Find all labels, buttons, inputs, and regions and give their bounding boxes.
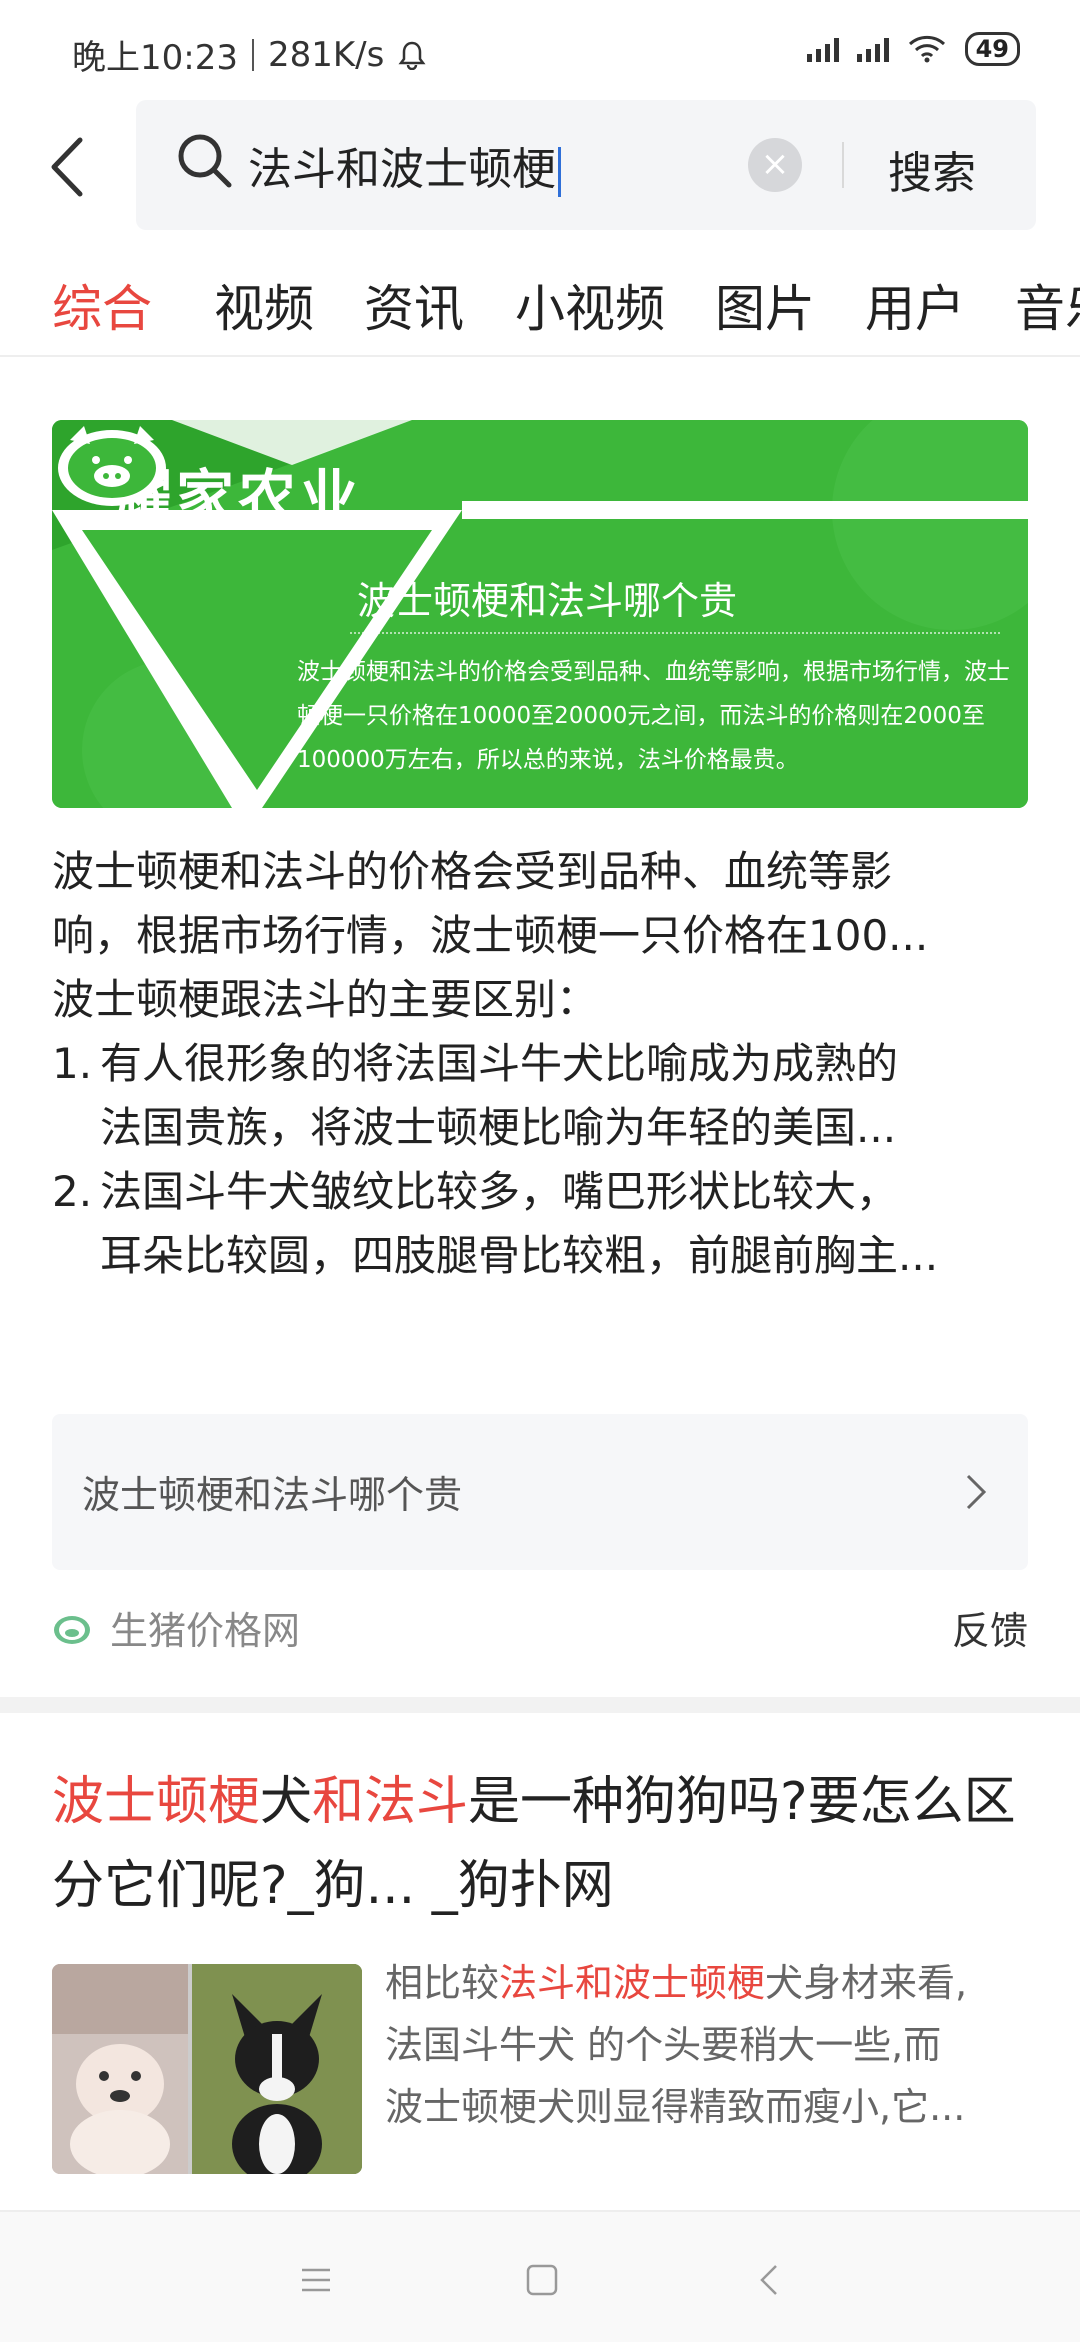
- card-divider: [0, 1697, 1080, 1713]
- search-icon: [178, 134, 232, 188]
- wifi-icon: [908, 35, 945, 63]
- snippet-line: 法国斗牛犬 的个头要稍大一些,而: [385, 2023, 942, 2067]
- french-bulldog-photo: [52, 1964, 188, 2174]
- banner-divider: [350, 632, 1000, 634]
- related-query-link[interactable]: 波士顿梗和法斗哪个贵: [52, 1414, 1028, 1570]
- chevron-right-icon: [966, 1474, 987, 1510]
- search-box[interactable]: 法斗和波士顿梗 × 搜索: [136, 100, 1036, 230]
- nav-back-icon[interactable]: [752, 2262, 788, 2298]
- list-item: 1. 有人很形象的将法国斗牛犬比喻成为成熟的: [52, 1032, 1032, 1096]
- status-bar: 晚上10:23 281K/s 49: [0, 0, 1080, 100]
- feedback-button[interactable]: 反馈: [952, 1600, 1028, 1655]
- result-snippet[interactable]: 相比较法斗和波士顿梗犬身材来看, 法国斗牛犬 的个头要稍大一些,而 波士顿梗犬则…: [385, 1952, 1035, 2138]
- home-icon[interactable]: [524, 2262, 560, 2298]
- snippet-text: 犬身材来看,: [765, 1961, 968, 2005]
- summary-line: 响，根据市场行情，波士顿梗一只价格在100...: [52, 911, 929, 960]
- tab-users[interactable]: 用户: [865, 269, 965, 341]
- result-title-link[interactable]: 波士顿梗犬和法斗是一种狗狗吗?要怎么区分它们呢?_狗... _狗扑网: [52, 1760, 1028, 1928]
- snippet-text: 相比较: [385, 1961, 500, 2005]
- list-item-continuation: 耳朵比较圆，四肢腿骨比较粗，前腿前胸主...: [100, 1231, 939, 1280]
- search-divider: [842, 142, 844, 188]
- result-thumbnail[interactable]: [52, 1964, 362, 2174]
- related-query-text: 波士顿梗和法斗哪个贵: [82, 1473, 463, 1517]
- signal-icon: [856, 36, 889, 62]
- back-arrow-icon[interactable]: [40, 132, 100, 202]
- banner-title: 波士顿梗和法斗哪个贵: [357, 579, 738, 623]
- summary-subheading: 波士顿梗跟法斗的主要区别：: [52, 975, 599, 1024]
- search-input[interactable]: 法斗和波士顿梗: [248, 133, 561, 197]
- result-summary[interactable]: 波士顿梗和法斗的价格会受到品种、血统等影 响，根据市场行情，波士顿梗一只价格在1…: [52, 840, 1032, 1288]
- source-name[interactable]: 生猪价格网: [110, 1600, 300, 1655]
- menu-icon[interactable]: [298, 2262, 334, 2298]
- status-right: 49: [806, 32, 1020, 66]
- result-banner-image[interactable]: 耀家农业 波士顿梗和法斗哪个贵 波士顿梗和法斗的价格会受到品种、血统等影响，根据…: [52, 420, 1028, 808]
- tab-short-video[interactable]: 小视频: [515, 269, 665, 341]
- search-query-text: 法斗和波士顿梗: [248, 144, 556, 195]
- tab-music[interactable]: 音乐: [1015, 269, 1080, 341]
- list-item-continuation: 法国贵族，将波士顿梗比喻为年轻的美国...: [100, 1103, 897, 1152]
- tab-images[interactable]: 图片: [715, 269, 815, 341]
- status-separator: [251, 38, 254, 71]
- list-item-text: 法国斗牛犬皱纹比较多，嘴巴形状比较大，: [100, 1167, 899, 1216]
- list-item-text: 有人很形象的将法国斗牛犬比喻成为成熟的: [100, 1039, 899, 1088]
- title-text: 犬: [260, 1772, 313, 1832]
- tab-all[interactable]: 综合: [52, 269, 152, 341]
- pig-source-icon: [54, 1616, 90, 1644]
- result-source-row: 生猪价格网 反馈: [52, 1600, 1028, 1660]
- boston-terrier-photo: [192, 1964, 362, 2174]
- battery-icon: 49: [964, 32, 1020, 66]
- clear-icon[interactable]: ×: [748, 138, 802, 192]
- bell-icon: [398, 41, 426, 70]
- text-caret: [558, 147, 561, 197]
- list-number: 1.: [52, 1039, 93, 1088]
- category-tabs: 综合 视频 资讯 小视频 图片 用户 音乐: [0, 255, 1080, 357]
- list-item: 2. 法国斗牛犬皱纹比较多，嘴巴形状比较大，: [52, 1160, 1032, 1224]
- tab-video[interactable]: 视频: [214, 269, 314, 341]
- list-number: 2.: [52, 1167, 93, 1216]
- status-left: 晚上10:23 281K/s: [72, 30, 426, 79]
- pig-logo-icon: [58, 426, 166, 506]
- search-header: 法斗和波士顿梗 × 搜索: [0, 100, 1080, 230]
- status-time: 晚上10:23: [72, 38, 238, 78]
- title-highlight: 和法斗: [312, 1772, 469, 1832]
- banner-body-text: 波士顿梗和法斗的价格会受到品种、血统等影响，根据市场行情，波士顿梗一只价格在10…: [297, 659, 1010, 773]
- title-highlight: 波士顿梗: [52, 1772, 261, 1832]
- snippet-line: 相比较法斗和波士顿梗犬身材来看,: [385, 1952, 1035, 2014]
- search-button[interactable]: 搜索: [888, 137, 976, 201]
- summary-line: 波士顿梗和法斗的价格会受到品种、血统等影: [52, 847, 893, 896]
- signal-icon: [806, 36, 839, 62]
- snippet-highlight: 法斗和波士顿梗: [499, 1961, 766, 2005]
- network-speed: 281K/s: [267, 34, 385, 75]
- tab-news[interactable]: 资讯: [364, 269, 464, 341]
- system-nav-bar: [0, 2210, 1080, 2342]
- snippet-line: 波士顿梗犬则显得精致而瘦小,它...: [385, 2085, 966, 2129]
